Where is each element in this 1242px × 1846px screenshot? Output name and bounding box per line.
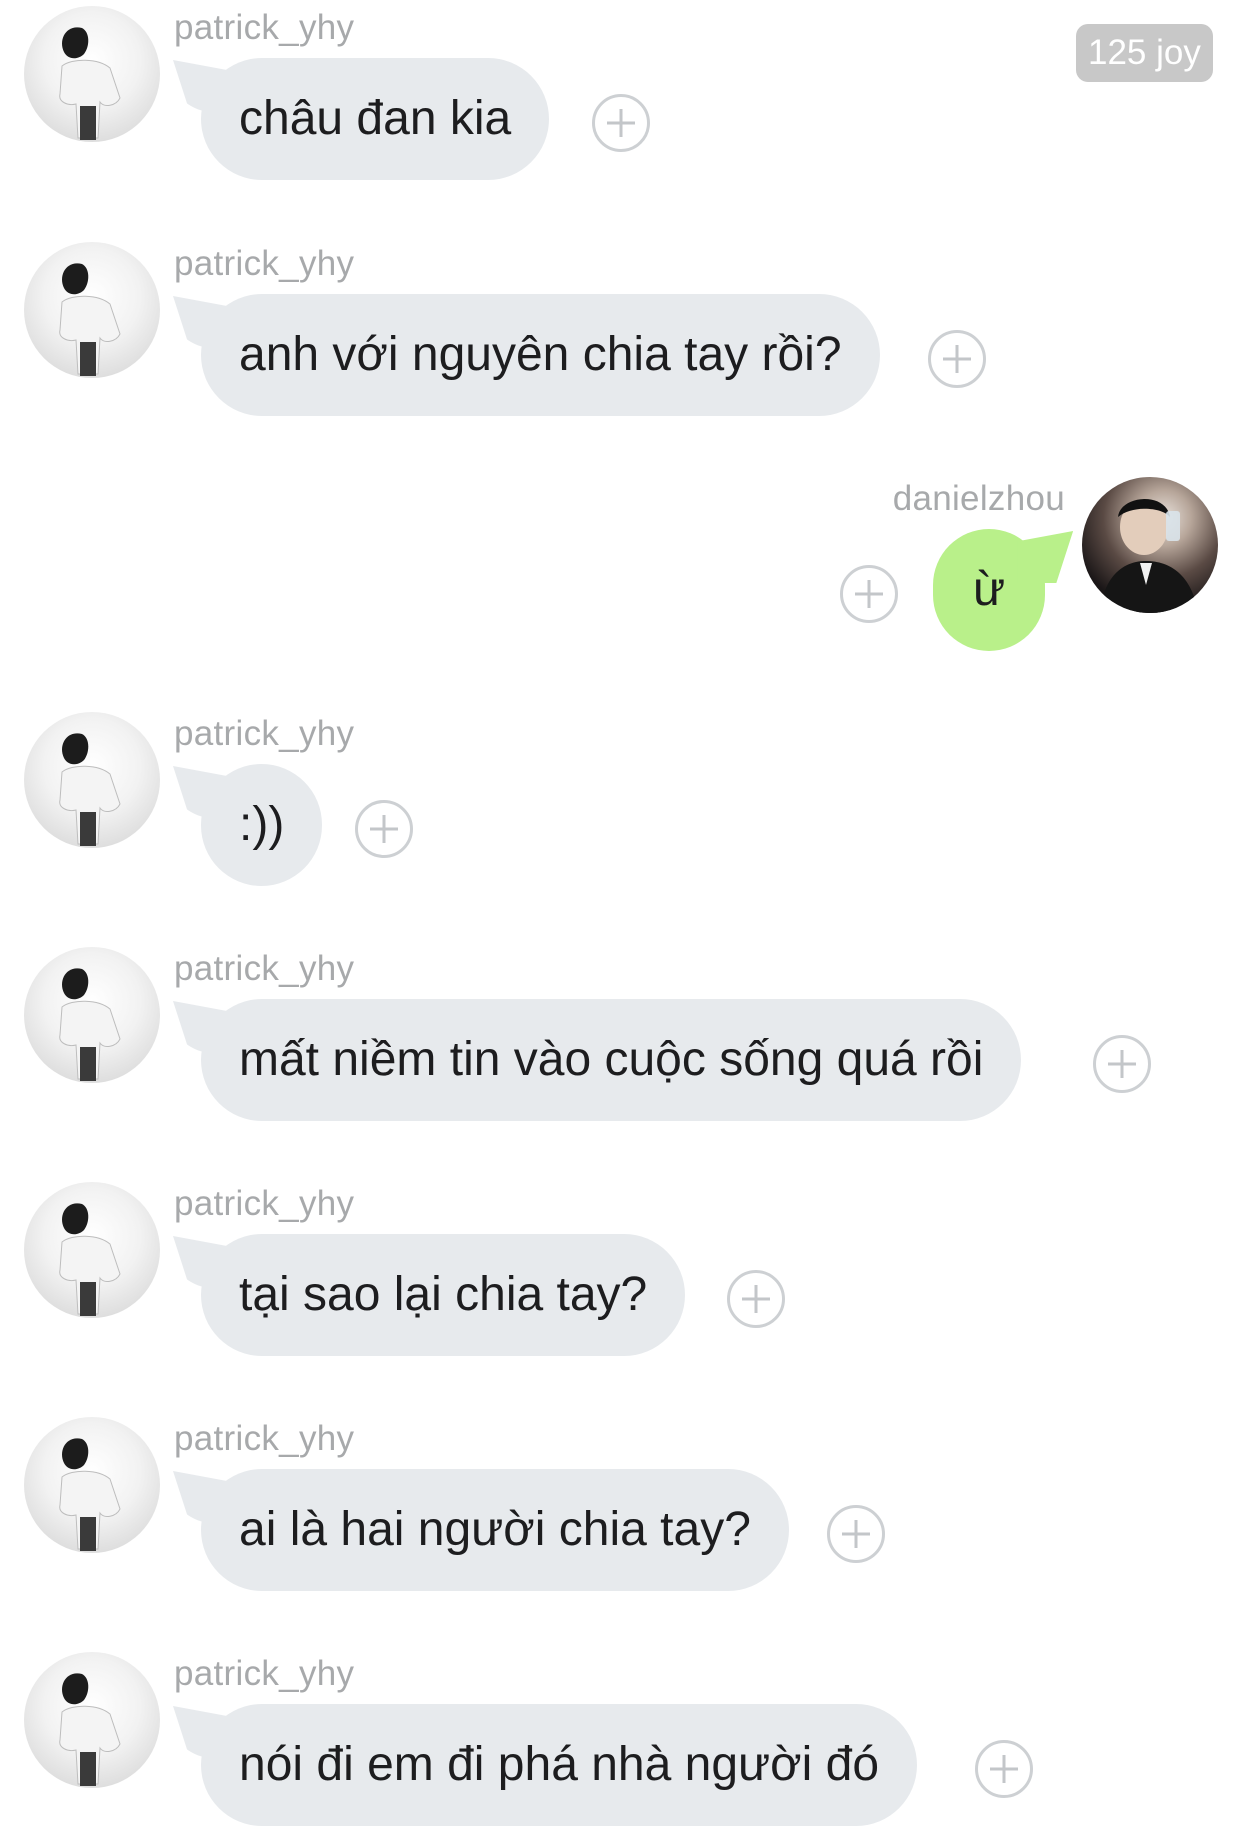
plus-circle-icon[interactable] xyxy=(840,565,898,623)
sender-name: patrick_yhy xyxy=(174,1654,355,1693)
plus-circle-icon[interactable] xyxy=(727,1270,785,1328)
plus-circle-icon[interactable] xyxy=(592,94,650,152)
message-row: danielzhou ừ xyxy=(0,471,1242,671)
message-bubble[interactable]: tại sao lại chia tay? xyxy=(201,1234,686,1356)
message-row: patrick_yhy châu đan kia 125 joy xyxy=(0,0,1242,200)
avatar[interactable] xyxy=(1082,477,1218,613)
avatar[interactable] xyxy=(24,6,160,142)
plus-circle-icon[interactable] xyxy=(975,1740,1033,1798)
sender-name: patrick_yhy xyxy=(174,1184,355,1223)
message-row: patrick_yhy tại sao lại chia tay? xyxy=(0,1176,1242,1376)
message-row: patrick_yhy :)) xyxy=(0,706,1242,906)
avatar[interactable] xyxy=(24,242,160,378)
plus-circle-icon[interactable] xyxy=(827,1505,885,1563)
avatar[interactable] xyxy=(24,712,160,848)
avatar[interactable] xyxy=(24,947,160,1083)
message-bubble[interactable]: anh với nguyên chia tay rồi? xyxy=(201,294,880,416)
joy-badge: 125 joy xyxy=(1076,24,1213,82)
message-bubble[interactable]: ừ xyxy=(933,529,1046,651)
message-row: patrick_yhy anh với nguyên chia tay rồi? xyxy=(0,236,1242,436)
sender-name: patrick_yhy xyxy=(174,714,355,753)
sender-name: danielzhou xyxy=(892,479,1065,518)
message-bubble[interactable]: mất niềm tin vào cuộc sống quá rồi xyxy=(201,999,1022,1121)
message-row: patrick_yhy mất niềm tin vào cuộc sống q… xyxy=(0,941,1242,1141)
plus-circle-icon[interactable] xyxy=(355,800,413,858)
plus-circle-icon[interactable] xyxy=(928,330,986,388)
message-row: patrick_yhy nói đi em đi phá nhà người đ… xyxy=(0,1646,1242,1846)
sender-name: patrick_yhy xyxy=(174,244,355,283)
sender-name: patrick_yhy xyxy=(174,8,355,47)
message-bubble[interactable]: nói đi em đi phá nhà người đó xyxy=(201,1704,918,1826)
avatar[interactable] xyxy=(24,1182,160,1318)
avatar[interactable] xyxy=(24,1417,160,1553)
plus-circle-icon[interactable] xyxy=(1093,1035,1151,1093)
message-bubble[interactable]: ai là hai người chia tay? xyxy=(201,1469,789,1591)
message-bubble[interactable]: châu đan kia xyxy=(201,58,550,180)
sender-name: patrick_yhy xyxy=(174,949,355,988)
message-bubble[interactable]: :)) xyxy=(201,764,323,886)
message-row: patrick_yhy ai là hai người chia tay? xyxy=(0,1411,1242,1611)
avatar[interactable] xyxy=(24,1652,160,1788)
sender-name: patrick_yhy xyxy=(174,1419,355,1458)
